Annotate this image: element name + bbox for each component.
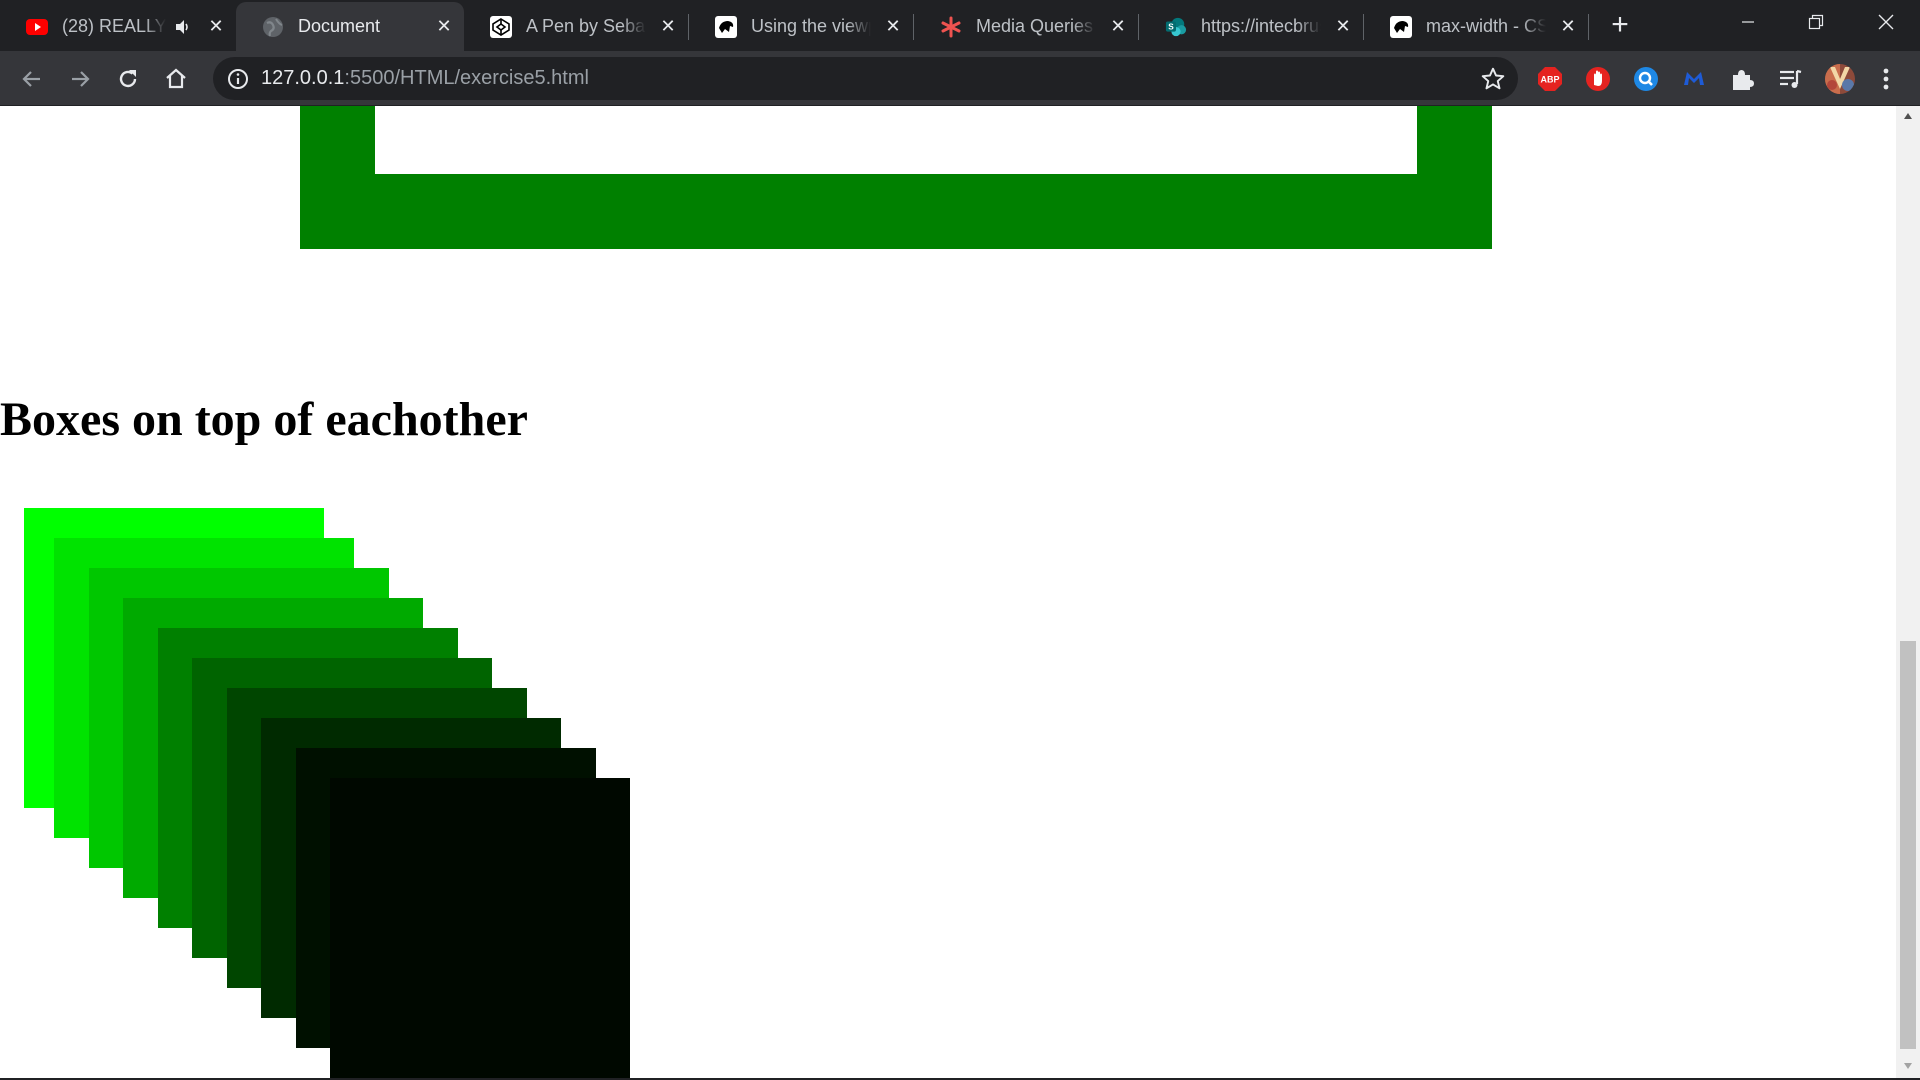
page-viewport: Boxes on top of eachother <box>0 106 1896 1078</box>
arrow-left-icon <box>22 71 40 87</box>
tab-mdn-max-width[interactable]: max-width - CSS ✕ <box>1364 2 1588 51</box>
mdn-icon <box>715 15 737 38</box>
close-icon[interactable]: ✕ <box>1331 15 1355 39</box>
tab-codepen[interactable]: A Pen by Sebastian ✕ <box>464 2 688 51</box>
adblock-label: ABP <box>1540 75 1559 85</box>
tab-title: (28) REALLY <box>62 16 166 36</box>
tab-media-queries[interactable]: Media Queries for ✕ <box>914 2 1138 51</box>
scrollbar-thumb[interactable] <box>1900 641 1916 1049</box>
home-icon <box>166 68 186 89</box>
tab-title: https://intecbrussel <box>1201 16 1321 36</box>
address-bar[interactable]: 127.0.0.1:5500/HTML/exercise5.html <box>213 57 1518 100</box>
vertical-scrollbar[interactable] <box>1896 106 1920 1078</box>
mdn-icon <box>1390 15 1412 38</box>
close-icon[interactable]: ✕ <box>656 15 680 39</box>
close-icon <box>1878 14 1894 30</box>
audio-playing-icon[interactable] <box>172 16 194 38</box>
forward-button[interactable] <box>64 63 96 95</box>
reading-list-icon[interactable] <box>1776 65 1804 93</box>
arrow-right-icon <box>72 71 90 87</box>
green-box-inner <box>375 106 1417 174</box>
back-button[interactable] <box>16 63 48 95</box>
svg-text:S: S <box>1168 22 1174 31</box>
bookmark-star-icon[interactable] <box>1480 66 1506 92</box>
close-icon[interactable]: ✕ <box>432 15 456 39</box>
extensions-puzzle-icon[interactable] <box>1728 65 1756 93</box>
globe-icon <box>262 16 284 38</box>
restore-button[interactable] <box>1782 0 1850 44</box>
scroll-down-arrow[interactable] <box>1896 1056 1920 1076</box>
close-icon[interactable]: ✕ <box>1556 15 1580 39</box>
url-text[interactable]: 127.0.0.1:5500/HTML/exercise5.html <box>261 67 589 90</box>
tab-sharepoint[interactable]: S https://intecbrussel ✕ <box>1139 2 1363 51</box>
tab-document[interactable]: Document ✕ <box>236 2 464 51</box>
page-heading: Boxes on top of eachother <box>0 393 528 446</box>
close-icon[interactable]: ✕ <box>204 15 228 39</box>
reload-icon <box>119 70 137 88</box>
youtube-icon <box>26 16 48 38</box>
url-path: :5500/HTML/exercise5.html <box>344 67 589 89</box>
minimize-button[interactable] <box>1714 0 1782 44</box>
tab-youtube[interactable]: (28) REALLY ✕ <box>0 2 236 51</box>
info-icon[interactable] <box>226 67 250 91</box>
profile-avatar[interactable] <box>1824 63 1856 95</box>
codepen-icon <box>490 15 512 38</box>
close-window-button[interactable] <box>1852 0 1920 44</box>
tab-separator <box>1588 14 1589 40</box>
stacked-box <box>330 778 630 1078</box>
url-host: 127.0.0.1 <box>261 67 345 89</box>
close-icon[interactable]: ✕ <box>881 15 905 39</box>
menu-kebab-icon[interactable] <box>1872 65 1900 93</box>
search-circle-icon[interactable] <box>1632 65 1660 93</box>
tab-strip: (28) REALLY ✕ Document ✕ A Pen by Sebast… <box>0 0 1920 51</box>
asterisk-icon <box>940 16 962 38</box>
hand-stop-icon[interactable] <box>1584 65 1612 93</box>
minimize-icon <box>1742 21 1754 23</box>
tab-title: A Pen by Sebastian <box>526 16 646 36</box>
tab-title: Document <box>298 16 381 36</box>
close-icon[interactable]: ✕ <box>1106 15 1130 39</box>
tab-title: max-width - CSS <box>1426 16 1546 36</box>
tab-mdn-viewport[interactable]: Using the viewport ✕ <box>689 2 913 51</box>
browser-toolbar: 127.0.0.1:5500/HTML/exercise5.html ABP <box>0 51 1920 106</box>
green-bordered-box <box>300 106 1492 249</box>
sharepoint-icon: S <box>1165 16 1187 38</box>
restore-icon <box>1808 14 1824 30</box>
malwarebytes-icon[interactable] <box>1680 65 1708 93</box>
tab-title: Using the viewport <box>751 16 871 36</box>
scroll-up-arrow[interactable] <box>1896 106 1920 126</box>
new-tab-button[interactable]: + <box>1606 10 1634 40</box>
home-button[interactable] <box>160 63 192 95</box>
adblock-plus-icon[interactable]: ABP <box>1536 65 1564 93</box>
tab-title: Media Queries for <box>976 16 1096 36</box>
reload-button[interactable] <box>112 63 144 95</box>
